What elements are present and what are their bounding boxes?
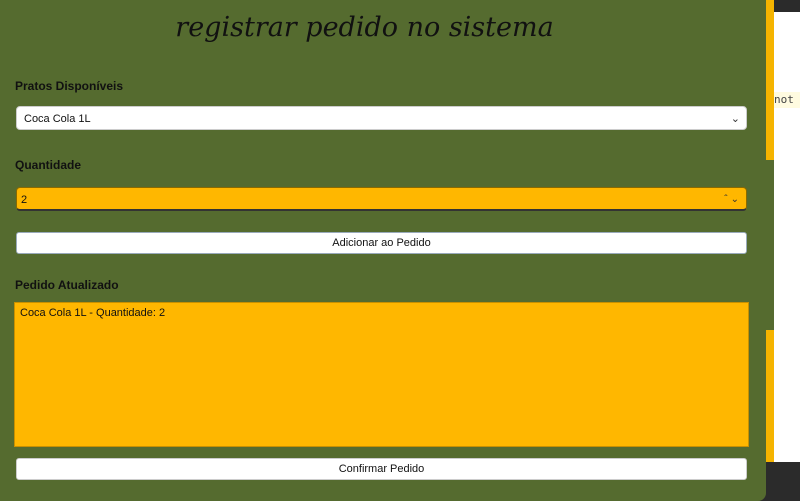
modal-title: registrar pedido no sistema — [175, 12, 554, 43]
background-content — [774, 12, 800, 462]
order-label: Pedido Atualizado — [15, 278, 119, 292]
dishes-select[interactable]: Coca Cola 1L ⌄ — [16, 106, 747, 130]
order-modal: registrar pedido no sistema Pratos Dispo… — [0, 0, 766, 501]
quantity-input[interactable]: 2 ˆ⌄ — [16, 187, 747, 211]
dishes-select-value: Coca Cola 1L — [24, 113, 91, 125]
background-code-snippet: not — [774, 92, 800, 108]
quantity-value: 2 — [21, 194, 28, 206]
add-to-order-button[interactable]: Adicionar ao Pedido — [16, 232, 747, 254]
background-window: not — [760, 0, 800, 501]
quantity-label: Quantidade — [15, 158, 82, 172]
background-bottom-bar — [760, 462, 800, 501]
chevron-down-icon: ⌄ — [730, 113, 740, 125]
order-summary-textarea[interactable]: Coca Cola 1L - Quantidade: 2 — [14, 302, 749, 447]
dishes-label: Pratos Disponíveis — [15, 79, 124, 93]
spinner-icon[interactable]: ˆ⌄ — [724, 188, 742, 212]
confirm-order-button[interactable]: Confirmar Pedido — [16, 458, 747, 480]
